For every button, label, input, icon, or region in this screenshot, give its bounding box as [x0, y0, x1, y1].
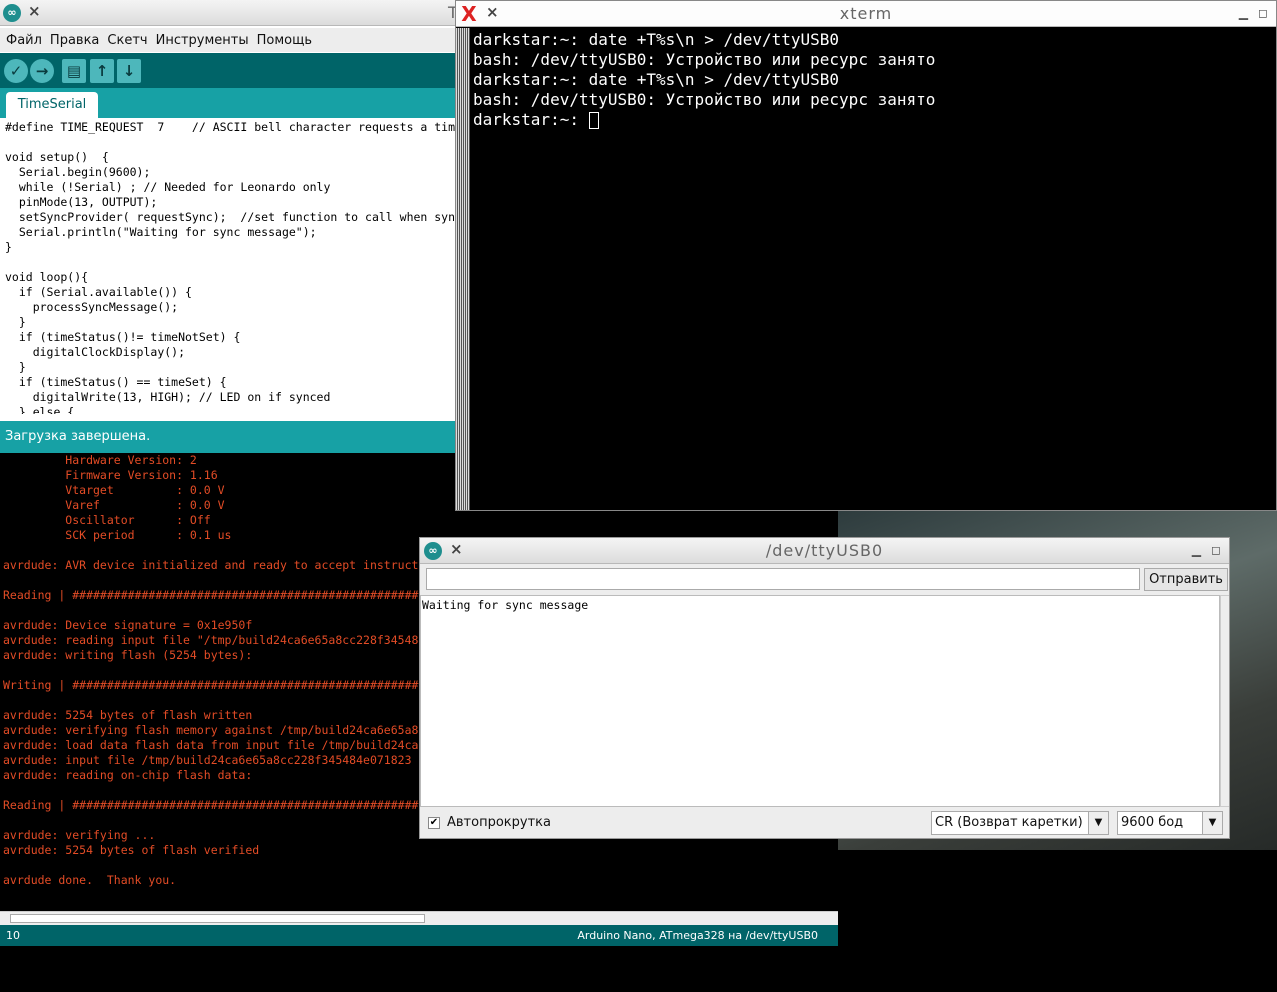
serial-send-input[interactable]	[426, 568, 1140, 590]
line-number: 10	[6, 929, 20, 942]
serial-output[interactable]: Waiting for sync message	[420, 595, 1220, 807]
upload-icon[interactable]: →	[30, 59, 54, 83]
serial-monitor-window: ∞ × /dev/ttyUSB0 ▁ ◻ Отправить Waiting f…	[419, 537, 1230, 839]
maximize-icon[interactable]: ◻	[1258, 6, 1268, 20]
baud-value: 9600 бод	[1121, 815, 1184, 830]
chevron-down-icon: ▼	[1088, 812, 1108, 834]
menu-edit[interactable]: Правка	[50, 33, 99, 48]
terminal-line: darkstar:~: date +T%s\n > /dev/ttyUSB0	[473, 30, 840, 49]
terminal-prompt-line: darkstar:~:	[473, 110, 1276, 130]
save-icon[interactable]: ↓	[117, 59, 141, 83]
open-icon[interactable]: ↑	[90, 59, 114, 83]
terminal-output[interactable]: darkstar:~: date +T%s\n > /dev/ttyUSB0 b…	[456, 28, 1276, 510]
autoscroll-checkbox[interactable]: ✔	[428, 817, 440, 829]
send-button[interactable]: Отправить	[1144, 568, 1228, 591]
xterm-titlebar[interactable]: X × xterm ▁ ◻	[456, 1, 1276, 27]
console-line: avrdude done. Thank you.	[3, 873, 177, 887]
tab-timeserial[interactable]: TimeSerial	[6, 92, 98, 118]
console-hscrollbar[interactable]	[0, 911, 838, 925]
serial-vscrollbar[interactable]	[1220, 595, 1229, 807]
ide-footer: 10 Arduino Nano, ATmega328 на /dev/ttyUS…	[0, 925, 838, 946]
terminal-prompt: darkstar:~:	[473, 110, 589, 129]
console-line: Oscillator : Off	[3, 513, 211, 527]
terminal-line: bash: /dev/ttyUSB0: Устройство или ресур…	[473, 50, 936, 69]
menu-sketch[interactable]: Скетч	[107, 33, 147, 48]
minimize-icon[interactable]: ▁	[1192, 543, 1201, 557]
terminal-cursor	[588, 112, 599, 129]
menu-file[interactable]: Файл	[6, 33, 42, 48]
xterm-title: xterm	[839, 4, 893, 23]
chevron-down-icon: ▼	[1202, 812, 1222, 834]
menu-tools[interactable]: Инструменты	[156, 33, 249, 48]
maximize-icon[interactable]: ◻	[1211, 543, 1221, 557]
line-ending-select[interactable]: CR (Возврат каретки) ▼	[931, 811, 1109, 835]
console-line: avrdude: 5254 bytes of flash verified	[3, 843, 260, 857]
terminal-line: darkstar:~: date +T%s\n > /dev/ttyUSB0	[473, 70, 840, 89]
xterm-window: X × xterm ▁ ◻ darkstar:~: date +T%s\n > …	[455, 0, 1277, 511]
serial-bottom-bar: ✔ Автопрокрутка CR (Возврат каретки) ▼ 9…	[420, 810, 1229, 838]
minimize-icon[interactable]: ▁	[1239, 6, 1248, 20]
baud-select[interactable]: 9600 бод ▼	[1117, 811, 1223, 835]
autoscroll-label: Автопрокрутка	[447, 815, 551, 830]
serial-title: /dev/ttyUSB0	[765, 541, 884, 560]
serial-titlebar[interactable]: ∞ × /dev/ttyUSB0 ▁ ◻	[420, 538, 1229, 564]
terminal-line: bash: /dev/ttyUSB0: Устройство или ресур…	[473, 90, 936, 109]
board-info: Arduino Nano, ATmega328 на /dev/ttyUSB0	[577, 929, 818, 942]
line-ending-value: CR (Возврат каретки)	[935, 815, 1083, 830]
menu-help[interactable]: Помощь	[257, 33, 312, 48]
verify-icon[interactable]: ✓	[4, 59, 28, 83]
hscroll-thumb[interactable]	[10, 914, 425, 923]
new-icon[interactable]: ▤	[62, 59, 86, 83]
